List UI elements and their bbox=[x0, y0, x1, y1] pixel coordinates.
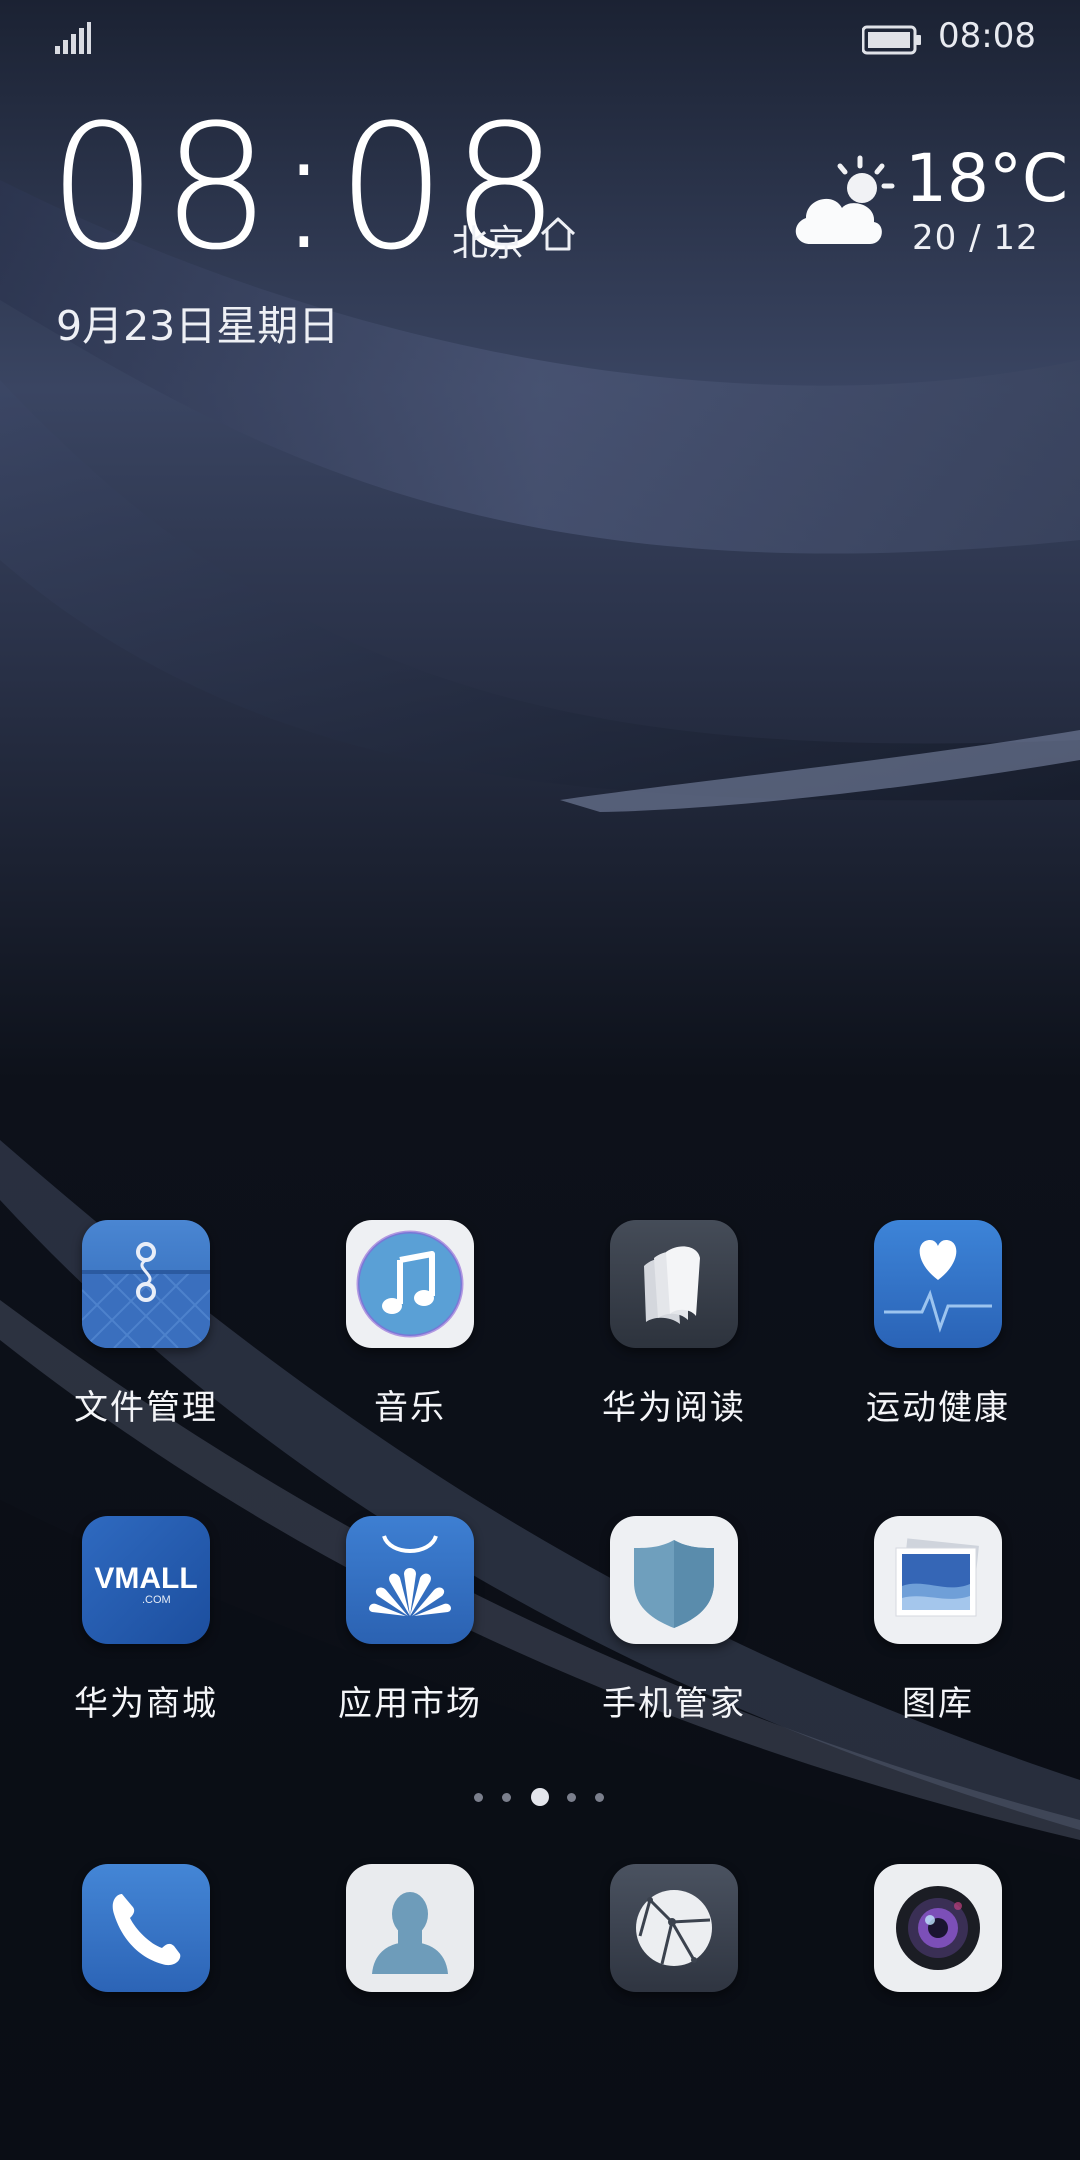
phone-icon bbox=[82, 1864, 210, 1992]
app-label: 华为阅读 bbox=[602, 1388, 746, 1428]
app-file-manager[interactable]: 文件管理 bbox=[46, 1220, 246, 1429]
dock-camera[interactable] bbox=[838, 1864, 1038, 1992]
page-dot-active[interactable] bbox=[531, 1788, 549, 1806]
page-indicator[interactable] bbox=[470, 1784, 610, 1808]
page-dot[interactable] bbox=[595, 1793, 604, 1802]
music-icon bbox=[346, 1220, 474, 1348]
clock-city[interactable]: 北京 bbox=[452, 214, 524, 266]
signal-icon bbox=[55, 22, 91, 54]
app-vmall[interactable]: VMALL .COM 华为商城 bbox=[46, 1516, 246, 1725]
app-phone-manager[interactable]: 手机管家 bbox=[574, 1516, 774, 1725]
phone-manager-icon bbox=[610, 1516, 738, 1644]
app-label: 运动健康 bbox=[866, 1388, 1010, 1428]
clock-date[interactable]: 9月23日星期日 bbox=[56, 292, 339, 352]
vmall-logo-text: VMALL bbox=[94, 1562, 198, 1595]
app-label: 华为商城 bbox=[74, 1684, 218, 1724]
reader-icon bbox=[610, 1220, 738, 1348]
page-dot[interactable] bbox=[567, 1793, 576, 1802]
app-health[interactable]: 运动健康 bbox=[838, 1220, 1038, 1429]
app-gallery[interactable]: 图库 bbox=[838, 1516, 1038, 1725]
page-dot[interactable] bbox=[502, 1793, 511, 1802]
app-label: 文件管理 bbox=[74, 1388, 218, 1428]
browser-icon bbox=[610, 1864, 738, 1992]
home-icon bbox=[540, 217, 576, 251]
vmall-icon: VMALL .COM bbox=[82, 1516, 210, 1644]
battery-icon bbox=[862, 25, 921, 55]
health-icon bbox=[874, 1220, 1002, 1348]
gallery-icon bbox=[874, 1516, 1002, 1644]
status-time: 08:08 bbox=[938, 16, 1036, 56]
partly-cloudy-icon[interactable] bbox=[788, 152, 906, 248]
app-label: 音乐 bbox=[374, 1388, 446, 1428]
app-market-icon bbox=[346, 1516, 474, 1644]
app-huawei-reader[interactable]: 华为阅读 bbox=[574, 1220, 774, 1429]
camera-icon bbox=[874, 1864, 1002, 1992]
file-manager-icon bbox=[82, 1220, 210, 1348]
contacts-icon bbox=[346, 1864, 474, 1992]
weather-high-low: 20 / 12 bbox=[912, 218, 1039, 258]
weather-temperature[interactable]: 18°C bbox=[905, 140, 1068, 217]
app-label: 手机管家 bbox=[602, 1684, 746, 1724]
dock-contacts[interactable] bbox=[310, 1864, 510, 1992]
status-bar: 08:08 bbox=[0, 0, 1080, 80]
dock-phone[interactable] bbox=[46, 1864, 246, 1992]
app-music[interactable]: 音乐 bbox=[310, 1220, 510, 1429]
app-label: 应用市场 bbox=[338, 1684, 482, 1724]
page-dot[interactable] bbox=[474, 1793, 483, 1802]
app-market[interactable]: 应用市场 bbox=[310, 1516, 510, 1725]
dock-browser[interactable] bbox=[574, 1864, 774, 1992]
vmall-logo-sub: .COM bbox=[142, 1594, 171, 1606]
app-label: 图库 bbox=[902, 1684, 974, 1724]
